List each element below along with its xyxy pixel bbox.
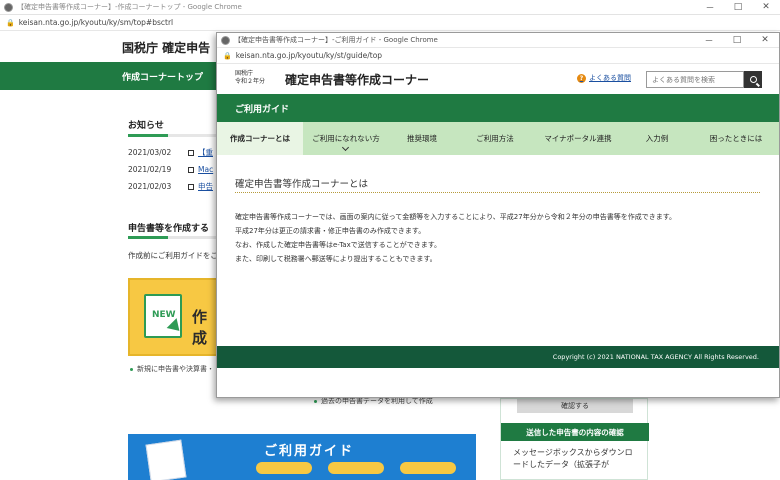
- popup-site-header: 国税庁 令和２年分 確定申告書等作成コーナー ? よくある質問: [217, 64, 779, 94]
- search-icon: [749, 76, 757, 83]
- guide-popup-window: 【確定申告書等作成コーナー】-ご利用ガイド - Google Chrome － …: [216, 32, 780, 398]
- news-date: 2021/03/02: [128, 148, 172, 157]
- guide-tabs: 作成コーナーとは ご利用になれない方 推奨環境 ご利用方法 マイナポータル連携 …: [217, 122, 779, 155]
- maximize-button[interactable]: □: [724, 0, 752, 14]
- news-date: 2021/02/19: [128, 165, 172, 174]
- news-item[interactable]: 2021/02/19 Mac: [128, 165, 213, 174]
- close-button[interactable]: ✕: [752, 0, 780, 14]
- chevron-down-icon: [341, 143, 350, 152]
- guide-banner[interactable]: ご利用ガイド: [128, 434, 476, 480]
- agency-label: 国税庁 令和２年分: [235, 70, 265, 86]
- bullet-icon: [314, 399, 317, 403]
- tab-troubleshooting[interactable]: 困ったときには: [693, 122, 779, 155]
- background-url-text: keisan.nta.go.jp/kyoutu/ky/sm/top#bsctrl: [18, 18, 174, 27]
- create-heading: 申告書等を作成する: [128, 224, 210, 234]
- content-paragraph: 平成27年分は更正の請求書・修正申告書のみ作成できます。: [235, 227, 426, 235]
- guide-pill: [328, 462, 384, 474]
- bullet-new: 新規に申告書や決算書・: [130, 364, 214, 374]
- document-icon: [188, 183, 194, 190]
- background-site-title[interactable]: 国税庁 確定申告: [122, 39, 210, 56]
- news-item[interactable]: 2021/03/02 【重: [128, 147, 213, 158]
- side-panel-text: メッセージボックスからダウンロードしたデータ（拡張子が: [513, 448, 633, 469]
- content-heading: 確定申告書等作成コーナーとは: [235, 179, 369, 190]
- create-card-label: 作成: [192, 308, 208, 347]
- news-rule: [128, 134, 218, 137]
- tab-environment[interactable]: 推奨環境: [389, 122, 455, 155]
- tab-ineligible-label: ご利用になれない方: [312, 134, 380, 143]
- document-icon: [188, 166, 194, 173]
- popup-window-controls: － □ ✕: [695, 33, 779, 47]
- content-paragraph: なお、作成した確定申告書等はe-Taxで送信することができます。: [235, 241, 442, 249]
- guide-content: 確定申告書等作成コーナーとは 確定申告書等作成コーナーでは、画面の案内に従って金…: [217, 155, 779, 346]
- popup-address-bar[interactable]: 🔒 keisan.nta.go.jp/kyoutu/ky/st/guide/to…: [217, 48, 779, 64]
- create-rule: [128, 236, 218, 239]
- side-panel: 確認する 送信した申告書の内容の確認 メッセージボックスからダウンロードしたデー…: [500, 398, 649, 480]
- lock-icon: 🔒: [223, 51, 232, 60]
- background-window-controls: － □ ✕: [696, 0, 780, 14]
- faq-link-label: よくある質問: [589, 74, 631, 82]
- popup-window-title: 【確定申告書等作成コーナー】-ご利用ガイド - Google Chrome: [234, 36, 438, 44]
- news-item[interactable]: 2021/02/03 申告: [128, 181, 213, 192]
- news-link[interactable]: 申告: [198, 181, 213, 192]
- faq-link[interactable]: ? よくある質問: [577, 73, 631, 83]
- chrome-favicon-icon: [4, 2, 13, 12]
- create-description: 作成前にご利用ガイドをご: [128, 251, 218, 260]
- background-title-bar: 【確定申告書等作成コーナー】-作成コーナートップ - Google Chrome…: [0, 0, 780, 15]
- minimize-button[interactable]: －: [695, 33, 723, 47]
- guide-pills: [256, 462, 456, 474]
- document-icon: [188, 149, 194, 156]
- popup-url-text: keisan.nta.go.jp/kyoutu/ky/st/guide/top: [235, 51, 383, 60]
- tab-ineligible[interactable]: ご利用になれない方: [303, 122, 389, 155]
- guide-bar: ご利用ガイド: [217, 94, 779, 122]
- new-badge: NEW: [152, 310, 176, 320]
- popup-footer: Copyright (c) 2021 NATIONAL TAX AGENCY A…: [217, 346, 779, 368]
- background-window-title: 【確定申告書等作成コーナー】-作成コーナートップ - Google Chrome: [17, 3, 242, 11]
- guide-pill: [400, 462, 456, 474]
- chrome-favicon-icon: [221, 35, 230, 45]
- news-link[interactable]: 【重: [198, 147, 213, 158]
- nav-item-top[interactable]: 作成コーナートップ: [122, 70, 203, 83]
- guide-document-icon: [145, 439, 187, 480]
- popup-title-bar: 【確定申告書等作成コーナー】-ご利用ガイド - Google Chrome － …: [217, 33, 779, 48]
- guide-banner-title: ご利用ガイド: [264, 444, 355, 459]
- search-button[interactable]: [744, 71, 762, 88]
- news-date: 2021/02/03: [128, 182, 172, 191]
- content-paragraph: また、印刷して税務署へ郵送等により提出することもできます。: [235, 255, 437, 263]
- minimize-button[interactable]: －: [696, 0, 724, 14]
- lock-icon: 🔒: [6, 18, 15, 27]
- background-address-bar[interactable]: 🔒 keisan.nta.go.jp/kyoutu/ky/sm/top#bsct…: [0, 15, 780, 31]
- maximize-button[interactable]: □: [723, 33, 751, 47]
- bullet-new-text: 新規に申告書や決算書・: [137, 365, 214, 373]
- confirm-button[interactable]: 確認する: [517, 399, 633, 413]
- tab-about[interactable]: 作成コーナーとは: [217, 122, 303, 155]
- agency-name: 国税庁: [235, 70, 254, 77]
- bullet-icon: [130, 367, 133, 371]
- news-link[interactable]: Mac: [198, 165, 213, 174]
- help-icon: ?: [577, 73, 586, 83]
- tab-examples[interactable]: 入力例: [621, 122, 693, 155]
- guide-pill: [256, 462, 312, 474]
- tab-usage[interactable]: ご利用方法: [455, 122, 535, 155]
- news-heading: お知らせ: [128, 121, 164, 131]
- create-new-card[interactable]: NEW 作成: [128, 278, 220, 356]
- tab-mynaportal[interactable]: マイナポータル連携: [535, 122, 621, 155]
- side-panel-heading: 送信した申告書の内容の確認: [501, 423, 649, 441]
- heading-divider: [235, 192, 760, 193]
- content-paragraph: 確定申告書等作成コーナーでは、画面の案内に従って金額等を入力することにより、平成…: [235, 213, 677, 221]
- popup-site-title[interactable]: 確定申告書等作成コーナー: [285, 71, 429, 88]
- copyright-text: Copyright (c) 2021 NATIONAL TAX AGENCY A…: [552, 353, 759, 361]
- close-button[interactable]: ✕: [751, 33, 779, 47]
- faq-search-input[interactable]: [646, 71, 744, 88]
- tax-year: 令和２年分: [235, 78, 266, 85]
